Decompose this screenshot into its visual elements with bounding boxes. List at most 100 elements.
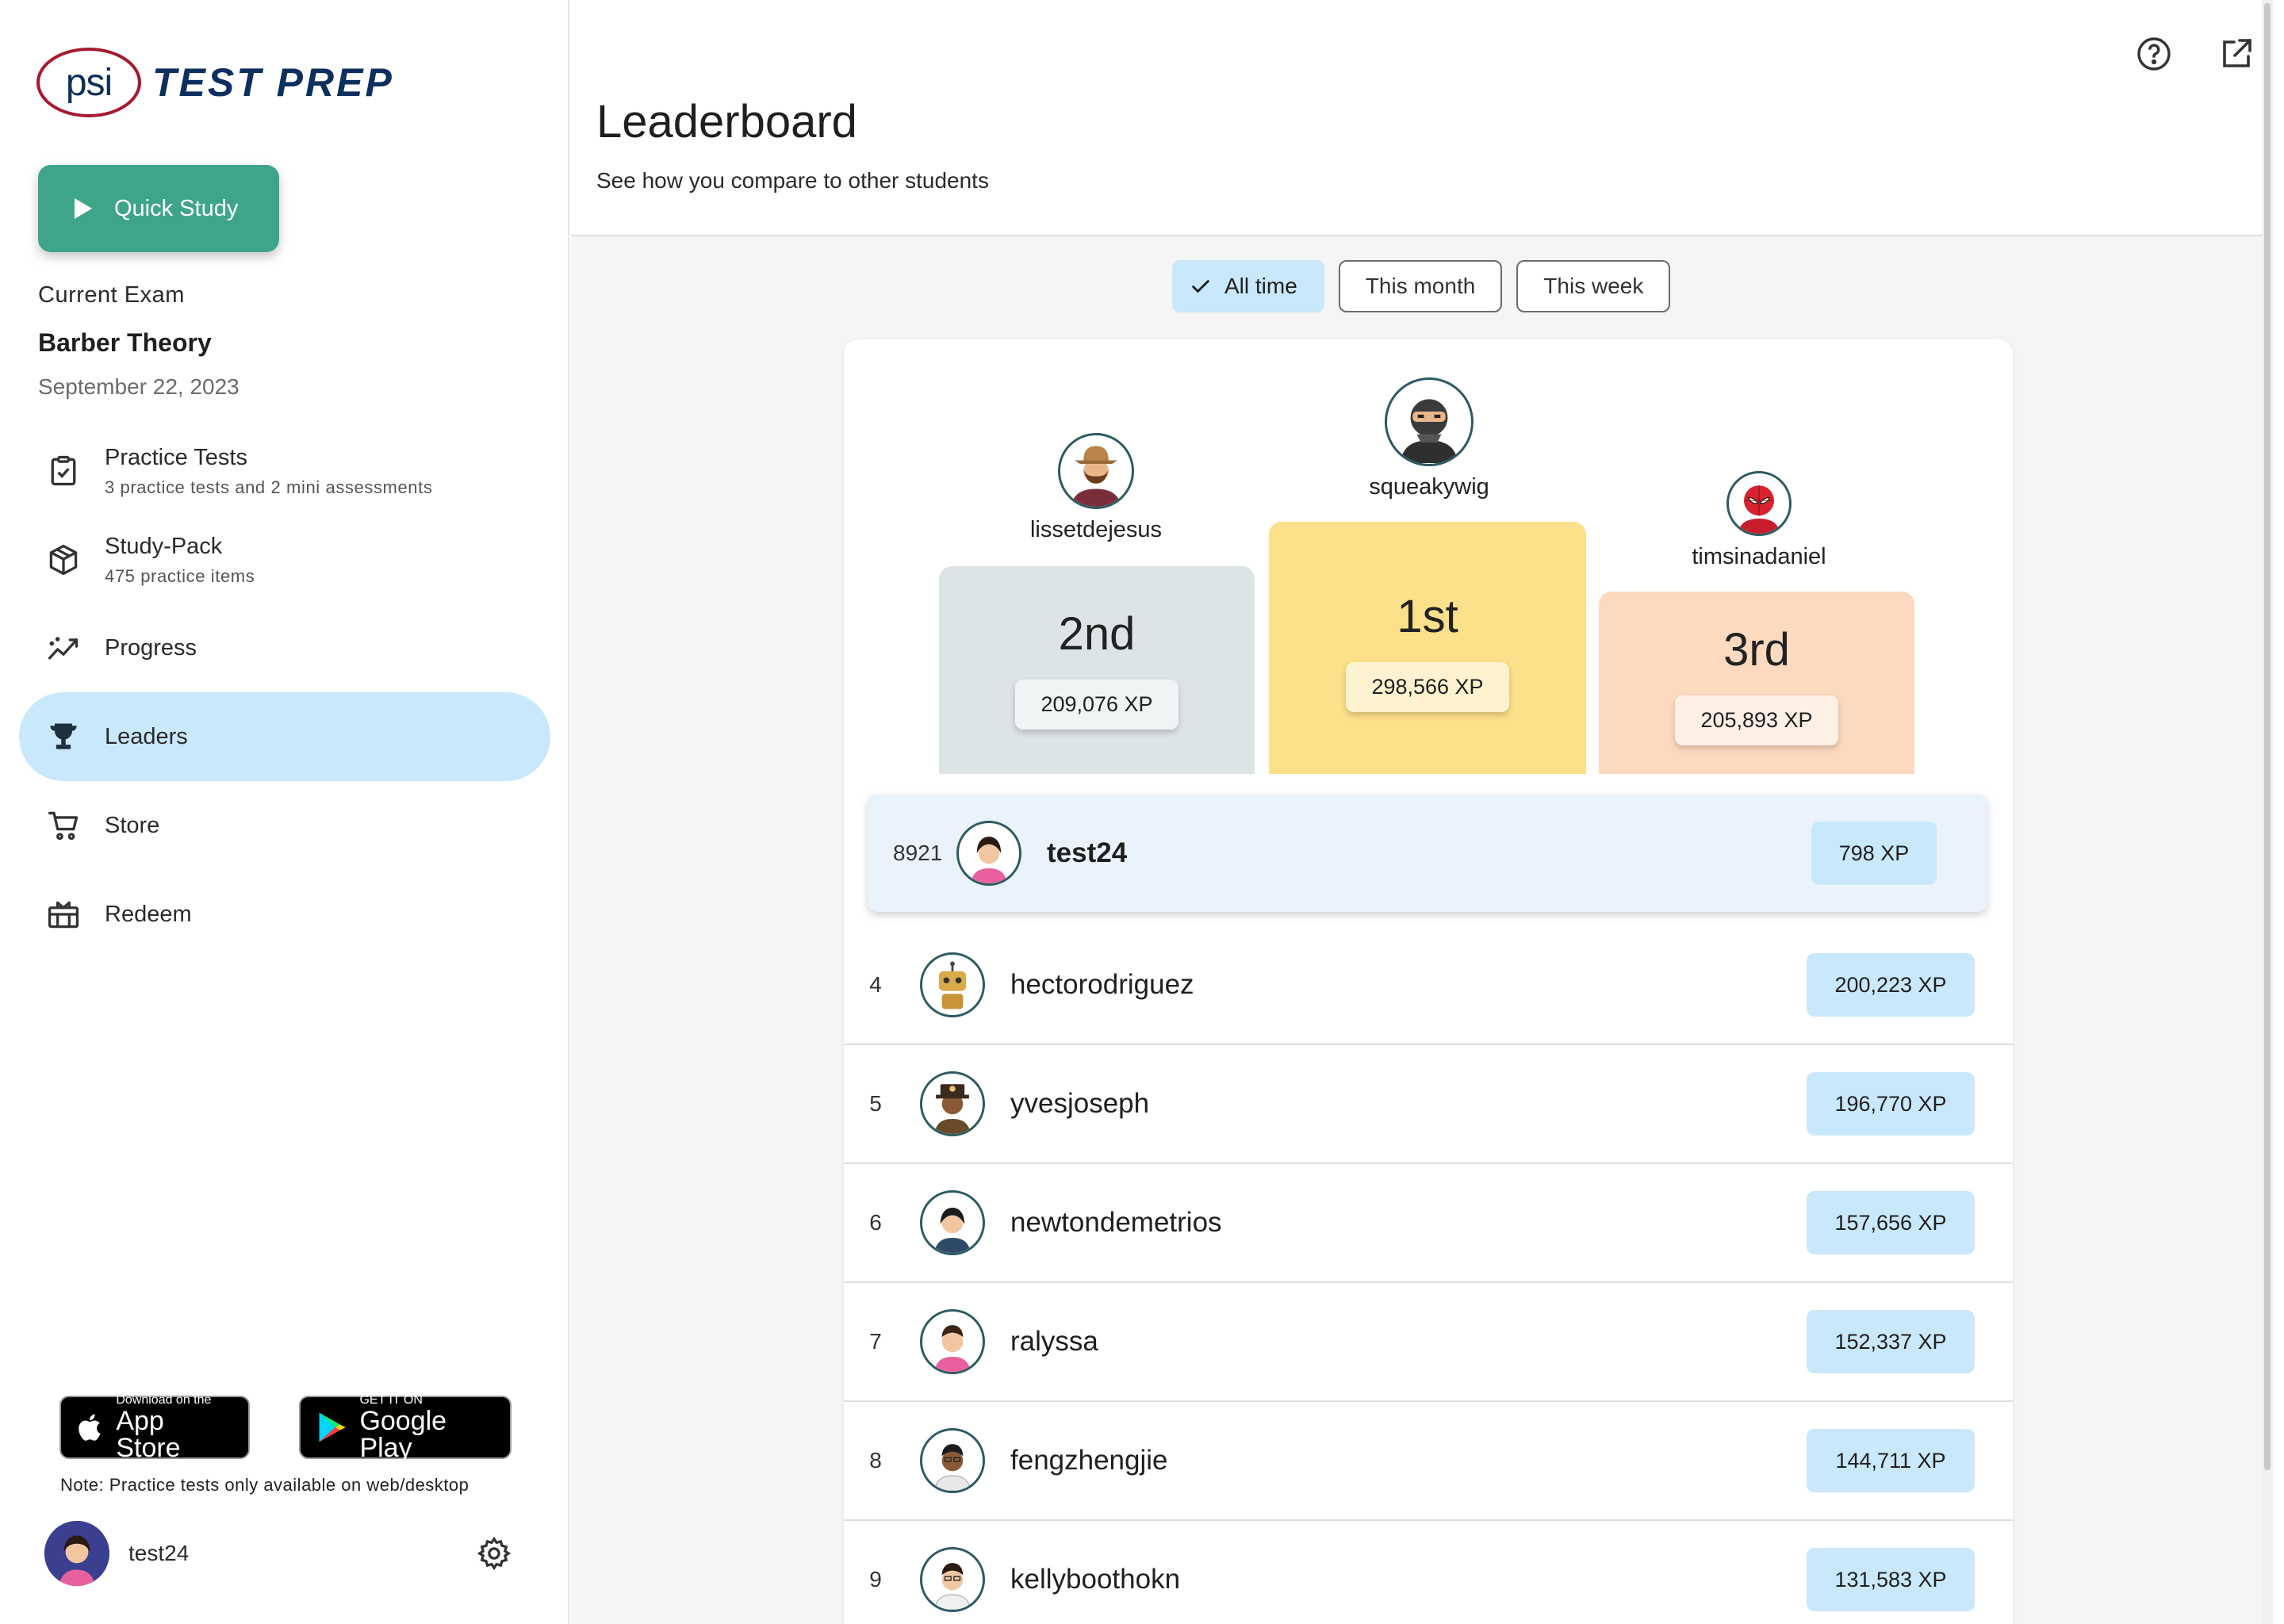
scrollbar[interactable] xyxy=(2262,0,2273,1624)
sidebar: psi TEST PREP Quick Study Current Exam B… xyxy=(0,0,569,1624)
psi-test-prep-logo[interactable]: psi TEST PREP xyxy=(36,46,394,119)
xp-badge: 152,337 XP xyxy=(1807,1310,1975,1373)
podium-xp: 209,076 XP xyxy=(1015,680,1178,730)
nav-progress[interactable]: Progress xyxy=(19,604,550,691)
psi-logo-mark: psi xyxy=(36,48,141,117)
nav-label: Progress xyxy=(105,634,197,661)
user-profile[interactable]: test24 xyxy=(44,1521,512,1586)
podium-first-user[interactable]: squeakywig xyxy=(1270,377,1588,500)
filter-label: All time xyxy=(1224,274,1297,298)
rank: 8921 xyxy=(893,841,943,865)
table-row[interactable]: 4 hectorodriguez 200,223 XP xyxy=(844,926,2013,1045)
table-row[interactable]: 9 kellyboothokn 131,583 XP xyxy=(844,1521,2013,1624)
open-external-icon[interactable] xyxy=(2217,35,2255,73)
podium-xp: 205,893 XP xyxy=(1675,695,1838,745)
table-row[interactable]: 8 fengzhengjie 144,711 XP xyxy=(844,1402,2013,1521)
gear-icon[interactable] xyxy=(476,1535,512,1572)
username: test24 xyxy=(128,1541,190,1565)
table-row[interactable]: 5 yvesjoseph 196,770 XP xyxy=(844,1045,2013,1164)
podium-third-user[interactable]: timsinadaniel xyxy=(1600,471,1918,570)
robot-avatar-icon xyxy=(938,961,967,1009)
nav-label: Leaders xyxy=(105,723,188,749)
nav-label: Store xyxy=(105,812,160,838)
podium-second-user[interactable]: lissetdejesus xyxy=(937,433,1255,543)
avatar xyxy=(920,1309,985,1374)
avatar xyxy=(1385,377,1473,466)
username: hectorodriguez xyxy=(1010,969,1194,1000)
podium-second-block: 2nd 209,076 XP xyxy=(939,566,1255,774)
podium-username: squeakywig xyxy=(1369,474,1489,500)
nav-practice-tests[interactable]: Practice Tests 3 practice tests and 2 mi… xyxy=(19,435,550,508)
google-play-icon xyxy=(319,1412,346,1442)
trend-icon xyxy=(48,637,79,660)
check-icon xyxy=(1192,280,1209,293)
podium-place: 3rd xyxy=(1723,624,1790,676)
current-exam-label: Current Exam xyxy=(38,282,185,308)
avatar[interactable] xyxy=(44,1521,109,1586)
filter-this-week[interactable]: This week xyxy=(1516,260,1671,312)
podium-xp: 298,566 XP xyxy=(1346,662,1509,712)
filter-this-month[interactable]: This month xyxy=(1338,260,1503,312)
quick-study-button[interactable]: Quick Study xyxy=(38,165,279,252)
avatar xyxy=(920,1190,985,1255)
username: ralyssa xyxy=(1010,1326,1098,1357)
username: fengzhengjie xyxy=(1010,1445,1168,1476)
apple-icon xyxy=(79,1414,101,1441)
main-content: Leaderboard See how you compare to other… xyxy=(571,0,2273,1624)
page-title: Leaderboard xyxy=(596,96,857,147)
nav-redeem[interactable]: Redeem xyxy=(19,870,550,959)
ninja-avatar-icon xyxy=(1400,399,1458,463)
play-icon xyxy=(75,198,92,219)
filter-all-time[interactable]: All time xyxy=(1172,260,1324,312)
rank: 5 xyxy=(869,1091,882,1116)
rank: 7 xyxy=(869,1329,882,1354)
rank: 4 xyxy=(869,972,882,997)
nav-sublabel: 3 practice tests and 2 mini assessments xyxy=(105,477,433,497)
exam-name[interactable]: Barber Theory xyxy=(38,328,212,358)
avatar xyxy=(920,1071,985,1136)
rank: 9 xyxy=(869,1567,882,1591)
quick-study-label: Quick Study xyxy=(114,195,239,221)
table-row[interactable]: 7 ralyssa 152,337 XP xyxy=(844,1283,2013,1402)
avatar xyxy=(920,1428,985,1493)
user-avatar-icon xyxy=(971,837,1007,883)
rank: 8 xyxy=(869,1448,882,1473)
help-icon[interactable] xyxy=(2135,35,2173,73)
scrollbar-thumb[interactable] xyxy=(2264,3,2271,1470)
xp-badge: 157,656 XP xyxy=(1807,1191,1975,1254)
app-store-big-text: App Store xyxy=(116,1406,181,1463)
avatar xyxy=(920,1547,985,1612)
app-store-badge[interactable]: Download on the App Store xyxy=(59,1393,250,1463)
username: kellyboothokn xyxy=(1010,1564,1181,1595)
current-user-row[interactable]: 8921 test24 798 XP xyxy=(868,795,1987,912)
avatar xyxy=(1058,433,1134,509)
logo-text: TEST PREP xyxy=(152,60,394,105)
xp-badge: 144,711 XP xyxy=(1807,1429,1975,1492)
leaderboard-card: lissetdejesus 2nd 209,076 XP squeakywig … xyxy=(844,339,2013,1624)
xp-badge: 200,223 XP xyxy=(1807,953,1975,1017)
google-play-big-text: Google Play xyxy=(359,1406,447,1463)
page-subtitle: See how you compare to other students xyxy=(596,168,989,193)
clipboard-check-icon xyxy=(51,455,76,486)
cart-icon xyxy=(48,811,79,841)
nav-study-pack[interactable]: Study-Pack 475 practice items xyxy=(19,523,550,596)
podium-third-block: 3rd 205,893 XP xyxy=(1599,592,1914,774)
username: yvesjoseph xyxy=(1010,1088,1150,1119)
xp-badge: 131,583 XP xyxy=(1807,1548,1975,1611)
gift-icon xyxy=(48,901,79,929)
spider-hero-avatar-icon xyxy=(1738,485,1780,534)
nav-leaders[interactable]: Leaders xyxy=(19,692,550,781)
cowboy-avatar-icon xyxy=(1071,446,1121,507)
podium-place: 2nd xyxy=(1058,608,1136,660)
avatar xyxy=(1726,471,1792,536)
nav-store[interactable]: Store xyxy=(19,781,550,870)
podium-place: 1st xyxy=(1397,591,1458,642)
google-play-badge[interactable]: GET IT ON Google Play xyxy=(299,1393,512,1463)
nav-label: Practice Tests xyxy=(105,444,247,470)
time-filter-group: All time This month This week xyxy=(1172,260,1671,312)
podium-username: lissetdejesus xyxy=(1029,517,1163,542)
username: test24 xyxy=(1047,837,1128,868)
filter-label: This week xyxy=(1543,274,1644,298)
cube-icon xyxy=(49,544,78,576)
table-row[interactable]: 6 newtondemetrios 157,656 XP xyxy=(844,1164,2013,1283)
